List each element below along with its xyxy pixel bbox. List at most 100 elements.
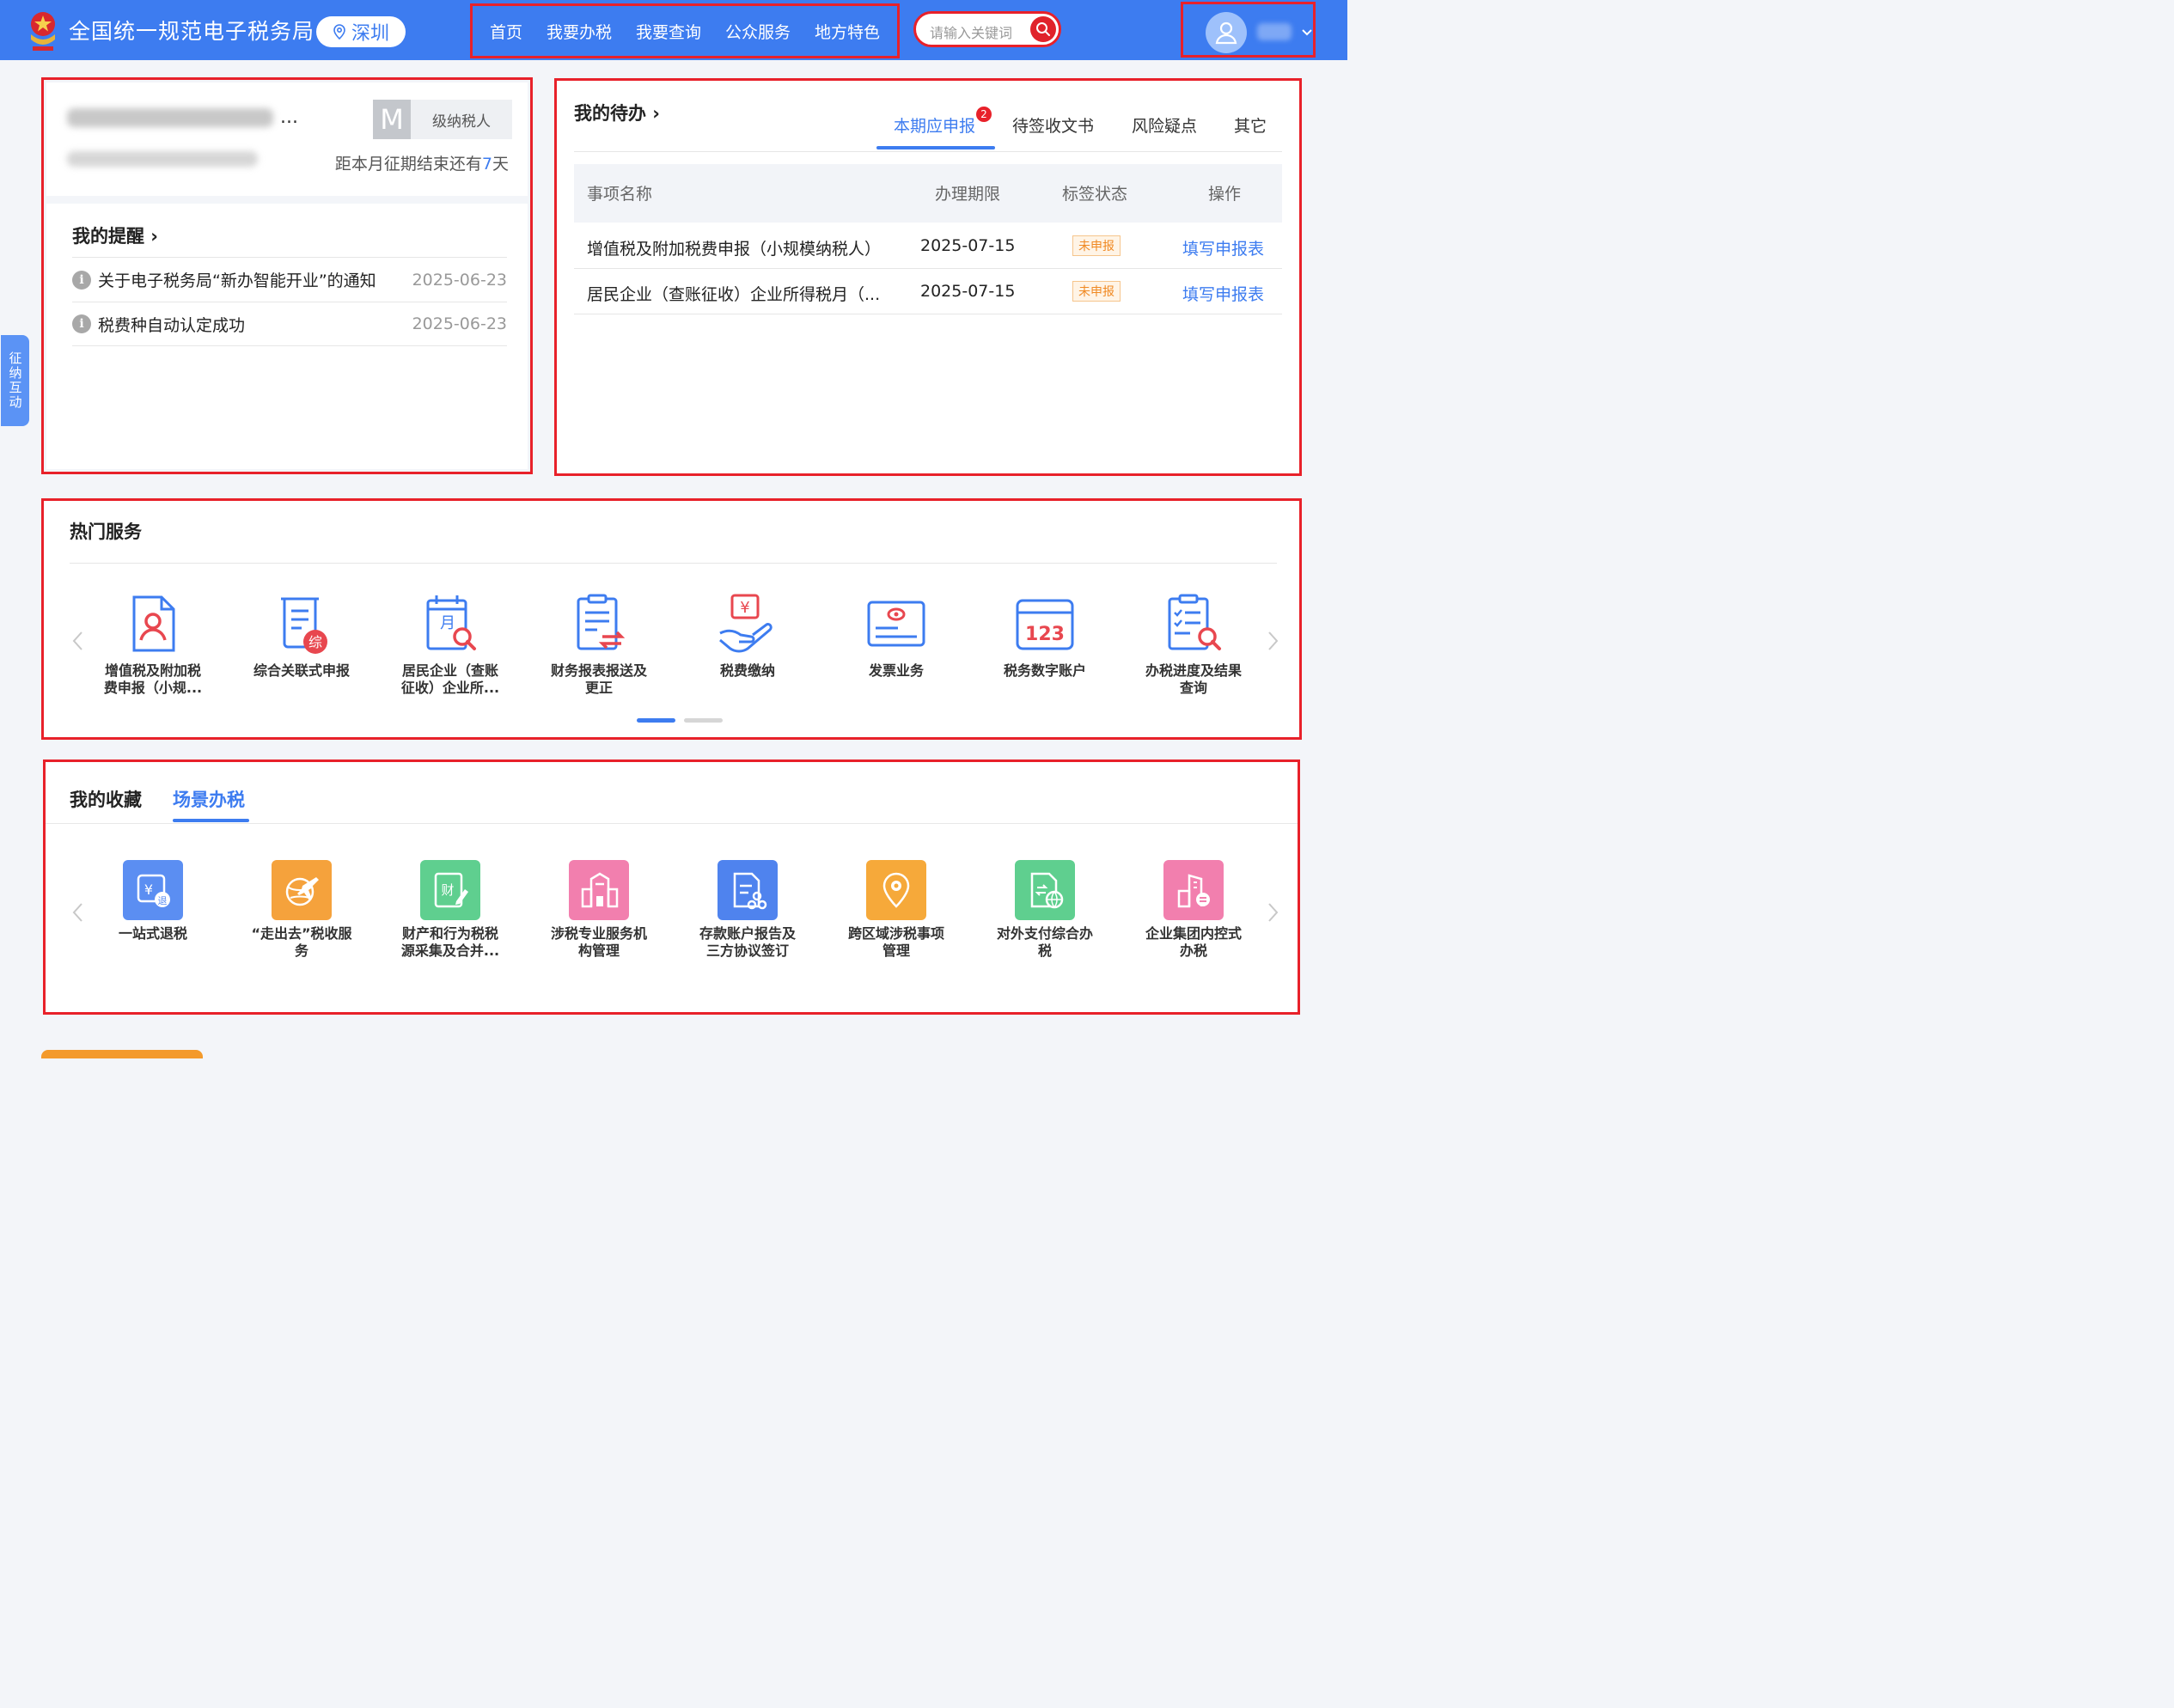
svg-text:财: 财 [441, 882, 454, 898]
tab-other[interactable]: 其它 [1234, 113, 1267, 137]
fill-form-link[interactable]: 填写申报表 [1182, 236, 1264, 259]
person-document-icon [132, 595, 175, 652]
site-title: 全国统一规范电子税务局 [69, 19, 315, 44]
col-status: 标签状态 [1062, 185, 1128, 204]
level-label: 级纳税人 [432, 113, 491, 131]
tab-current-declaration[interactable]: 本期应申报 [894, 113, 975, 137]
favorites-panel: 我的收藏 场景办税 ¥ 退 一站式退税 “走出去”税收服务 财 财产和行为税税 源采… [43, 759, 1300, 1015]
todo-count-badge: 2 [976, 107, 992, 122]
reminder-date: 2025-06-23 [412, 314, 507, 333]
table-row: 增值税及附加税费申报（小规模纳税人） 2025-07-15 未申报 填写申报表 [574, 223, 1282, 269]
service-progress-query[interactable]: 办税进度及结果 查询 [1129, 592, 1258, 697]
service-integrated-declaration[interactable]: 综 综合关联式申报 [237, 592, 366, 680]
carousel-dot[interactable] [684, 718, 723, 723]
service-financial-statements[interactable]: 财务报表报送及 更正 [534, 592, 663, 697]
user-menu[interactable] [1181, 2, 1316, 58]
svg-text:¥: ¥ [144, 881, 153, 898]
document-agreement-icon [718, 860, 778, 920]
list-item[interactable]: i 关于电子税务局“新办智能开业”的通知 2025-06-23 [72, 257, 507, 302]
item-deadline: 2025-07-15 [920, 236, 1016, 255]
chevron-right-icon[interactable] [1264, 628, 1281, 654]
scenario-cross-region-tax[interactable]: 跨区域涉税事项 管理 [832, 860, 961, 960]
fill-form-link[interactable]: 填写申报表 [1182, 282, 1264, 305]
bottom-section-tab[interactable] [41, 1050, 203, 1058]
col-action: 操作 [1208, 185, 1242, 204]
tab-documents[interactable]: 待签收文书 [1012, 113, 1094, 137]
service-vat-declaration[interactable]: 增值税及附加税 费申报（小规... [89, 592, 217, 697]
nav-public-service[interactable]: 公众服务 [725, 20, 791, 43]
tab-scenario-tax[interactable]: 场景办税 [173, 786, 245, 812]
status-badge: 未申报 [1072, 281, 1121, 302]
svg-text:123: 123 [1025, 624, 1065, 645]
hot-services-panel: 热门服务 增值税及附加税 费申报（小规... 综 综合关联式申报 月 居民企业（查… [41, 498, 1302, 740]
todo-panel: 我的待办 › 本期应申报 2 待签收文书 风险疑点 其它 事项名称 办理期限 标… [554, 78, 1302, 476]
company-name-redacted [67, 108, 273, 127]
reminder-text[interactable]: 关于电子税务局“新办智能开业”的通知 [98, 268, 376, 291]
svg-text:退: 退 [158, 895, 168, 906]
divider [46, 823, 1298, 824]
period-days: 7 [481, 155, 492, 174]
clipboard-exchange-icon [577, 594, 626, 650]
tab-my-favorites[interactable]: 我的收藏 [70, 786, 142, 812]
list-item[interactable]: i 税费种自动认定成功 2025-06-23 [72, 302, 507, 346]
nav-do-tax[interactable]: 我要办税 [547, 20, 612, 43]
taxpayer-level-badge: M 级纳税人 [373, 100, 512, 139]
search-button[interactable] [1030, 16, 1056, 42]
hot-services-title: 热门服务 [70, 522, 142, 542]
item-name: 居民企业（查账征收）企业所得税月（... [587, 285, 881, 304]
scenario-enterprise-group-control[interactable]: 企业集团内控式 办税 [1129, 860, 1258, 960]
city-selector[interactable]: 深圳 [316, 16, 406, 47]
search-box[interactable]: 请输入关键词 [913, 11, 1061, 47]
active-tab-indicator [876, 146, 995, 149]
top-header: 全国统一规范电子税务局 深圳 首页 我要办税 我要查询 公众服务 地方特色 请输… [0, 0, 1347, 60]
tab-risk[interactable]: 风险疑点 [1132, 113, 1197, 137]
todo-title[interactable]: 我的待办 › [574, 100, 660, 125]
reminders-title[interactable]: 我的提醒 › [72, 223, 158, 248]
city-name: 深圳 [351, 23, 389, 45]
nav-home[interactable]: 首页 [490, 20, 522, 43]
reminder-date: 2025-06-23 [412, 270, 507, 290]
company-name-more[interactable]: ... [280, 107, 298, 128]
tax-emblem-icon [31, 12, 55, 51]
reminder-text[interactable]: 税费种自动认定成功 [98, 313, 245, 336]
scenario-deposit-account-agreement[interactable]: 存款账户报告及 三方协议签订 [683, 860, 812, 960]
service-enterprise-income-tax[interactable]: 月 居民企业（查账 征收）企业所... [386, 592, 515, 697]
location-pin-icon [333, 24, 345, 40]
nav-local-feature[interactable]: 地方特色 [815, 20, 880, 43]
location-gear-icon [866, 860, 926, 920]
carousel-dot-active[interactable] [637, 718, 675, 723]
nav-query[interactable]: 我要查询 [636, 20, 701, 43]
chevron-left-icon[interactable] [70, 900, 87, 925]
search-input[interactable]: 请输入关键词 [930, 21, 1012, 42]
property-edit-icon: 财 [420, 860, 480, 920]
scenario-outbound-payment[interactable]: 对外支付综合办税 [980, 860, 1109, 960]
document-globe-icon [1015, 860, 1075, 920]
scenario-professional-service-agency[interactable]: 涉税专业服务机 构管理 [534, 860, 663, 960]
interaction-side-tab[interactable]: 征纳互动 [1, 335, 29, 426]
scenario-one-stop-refund[interactable]: ¥ 退 一站式退税 [89, 860, 217, 942]
table-row: 居民企业（查账征收）企业所得税月（... 2025-07-15 未申报 填写申报… [574, 269, 1282, 314]
service-tax-payment[interactable]: ¥ 税费缴纳 [683, 592, 812, 680]
tax-id-redacted [67, 151, 258, 167]
service-invoice[interactable]: 发票业务 [832, 592, 961, 680]
service-digital-account[interactable]: 123 税务数字账户 [980, 592, 1109, 680]
hand-yuan-icon: ¥ [719, 594, 773, 653]
calendar-search-icon: 月 [426, 595, 476, 650]
svg-text:综: 综 [308, 634, 322, 650]
chevron-down-icon[interactable] [1300, 25, 1314, 39]
scenario-going-global[interactable]: “走出去”税收服务 [237, 860, 366, 960]
reminders-list: i 关于电子税务局“新办智能开业”的通知 2025-06-23 i 税费种自动认… [72, 257, 507, 346]
scenario-property-behavior-tax[interactable]: 财 财产和行为税税 源采集及合并... [386, 860, 515, 960]
active-tab-indicator [173, 819, 249, 822]
main-nav: 首页 我要办税 我要查询 公众服务 地方特色 [470, 3, 900, 58]
chevron-left-icon[interactable] [70, 628, 87, 654]
building-icon [569, 860, 629, 920]
col-deadline: 办理期限 [935, 185, 1001, 204]
enterprise-building-icon [1163, 860, 1224, 920]
table-header: 事项名称 办理期限 标签状态 操作 [574, 164, 1282, 223]
divider [70, 563, 1277, 564]
chevron-right-icon[interactable] [1264, 900, 1281, 925]
status-badge: 未申报 [1072, 235, 1121, 256]
avatar[interactable] [1206, 12, 1247, 53]
search-icon [1036, 22, 1050, 36]
